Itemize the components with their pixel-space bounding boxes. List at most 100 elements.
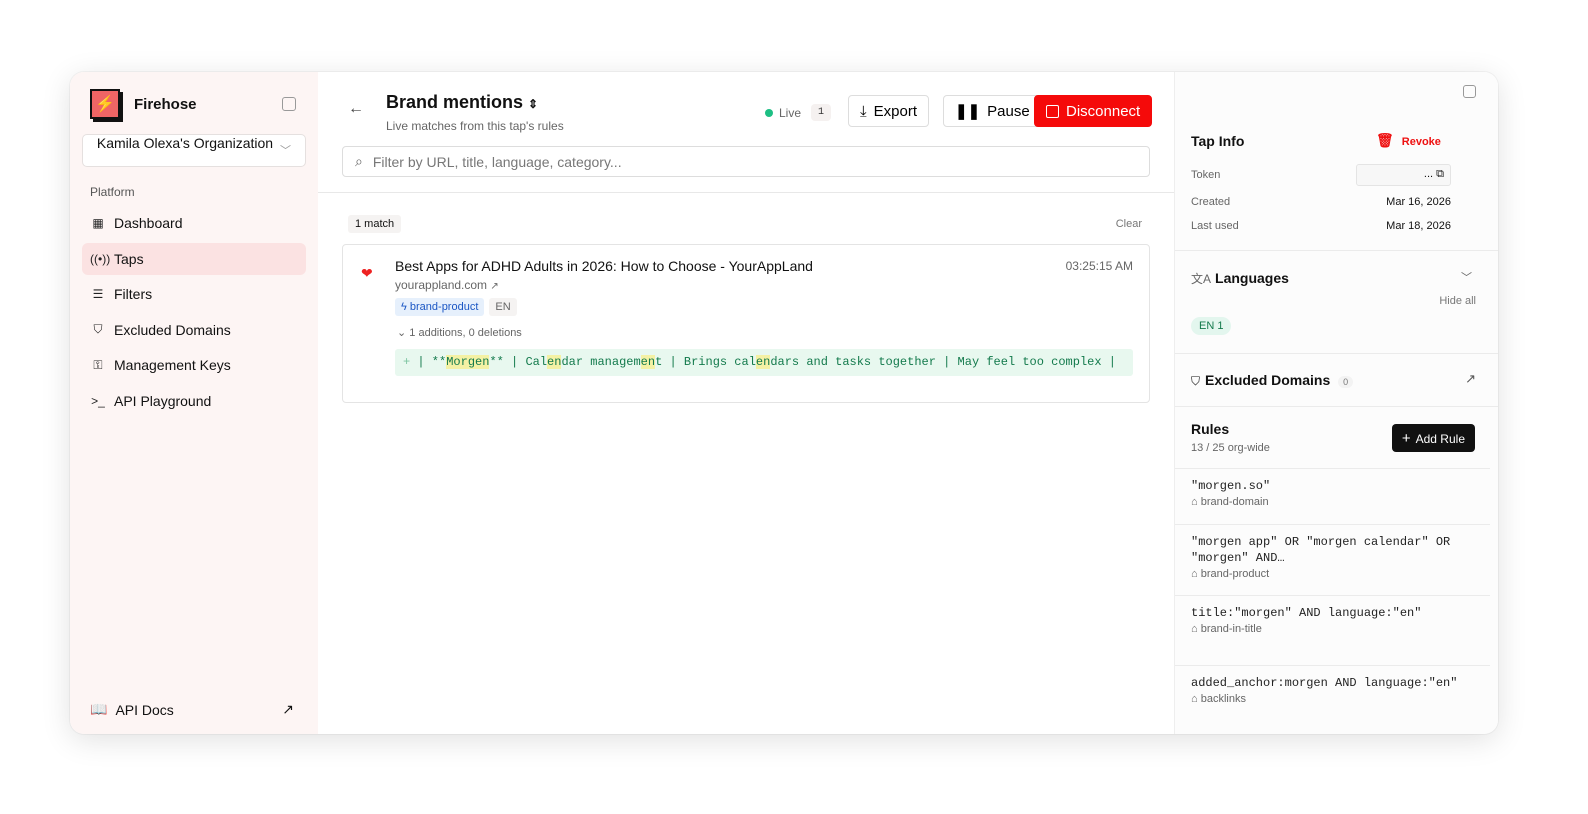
header: ← Brand mentions ⇕ Live matches from thi… <box>318 72 1174 193</box>
rule-query: title:"morgen" AND language:"en" <box>1191 606 1422 620</box>
created-label: Created <box>1191 196 1231 208</box>
match-title[interactable]: Best Apps for ADHD Adults in 2026: How t… <box>395 258 813 274</box>
live-dot-icon <box>765 108 773 117</box>
hide-all-button[interactable]: Hide all <box>1439 295 1476 307</box>
main-panel: ← Brand mentions ⇕ Live matches from thi… <box>318 72 1175 734</box>
sidebar-item-filters[interactable]: ☰ Filters <box>82 278 306 310</box>
token-value: ... <box>1423 168 1434 180</box>
copy-icon[interactable]: ⧉ <box>1436 168 1444 180</box>
site-favicon-icon: ❤ <box>361 265 373 281</box>
page-title[interactable]: Brand mentions ⇕ <box>386 92 538 113</box>
sidebar-item-label: API Playground <box>114 392 212 409</box>
rule-tag: ⌂ backlinks <box>1191 693 1246 705</box>
app-window: ⚡ Firehose Kamila Olexa's Organization ﹀ … <box>70 72 1498 734</box>
sidebar: ⚡ Firehose Kamila Olexa's Organization ﹀ … <box>70 72 318 734</box>
diff-segment: dar managem <box>561 355 641 369</box>
rule-item[interactable]: "morgen.so" ⌂ brand-domain <box>1175 468 1490 524</box>
pause-button[interactable]: ❚❚ Pause <box>943 95 1042 127</box>
sidebar-item-label: Dashboard <box>114 215 183 231</box>
add-rule-label: Add Rule <box>1415 431 1465 446</box>
last-used-label: Last used <box>1191 220 1239 232</box>
external-arrow-icon: ↗ <box>282 701 294 717</box>
rule-tag: ⌂ brand-in-title <box>1191 623 1262 635</box>
diff-highlight: en <box>547 355 562 369</box>
diff-segment: t | Brings cal <box>655 355 756 369</box>
rules-subtitle: 13 / 25 org-wide <box>1191 442 1270 454</box>
rules-section: Rules 13 / 25 org-wide + Add Rule <box>1175 406 1498 468</box>
org-selector[interactable]: Kamila Olexa's Organization ﹀ <box>82 134 306 167</box>
export-button[interactable]: ⤓ Export <box>848 95 929 127</box>
match-count-badge: 1 match <box>348 215 402 233</box>
diff-text: | **Morgen** | Calendar management | Bri… <box>417 355 1116 369</box>
languages-section: 文A Languages ﹀ Hide all EN 1 <box>1175 250 1498 353</box>
chevron-down-icon: ﹀ <box>280 145 291 157</box>
search-icon: ⌕ <box>355 153 363 169</box>
section-label: Platform <box>90 185 135 199</box>
revoke-button[interactable]: 🗑 Revoke <box>1376 132 1441 149</box>
external-link-icon: ↗ <box>490 281 499 292</box>
sidebar-item-management-keys[interactable]: ⚿ Management Keys <box>82 349 306 381</box>
revoke-label: Revoke <box>1401 136 1441 148</box>
sidebar-item-label: Excluded Domains <box>114 321 231 338</box>
match-domain[interactable]: yourappland.com ↗ <box>395 278 499 292</box>
collapse-sidebar-icon[interactable] <box>282 97 296 111</box>
disconnect-button[interactable]: Disconnect <box>1034 95 1153 127</box>
firehose-logo-icon: ⚡ <box>90 89 120 119</box>
token-field[interactable]: ... ⧉ <box>1356 164 1451 186</box>
rule-tag-text: brand-in-title <box>1200 623 1262 635</box>
sidebar-item-taps[interactable]: ((•)) Taps <box>82 242 306 275</box>
domain-text: yourappland.com <box>395 278 488 292</box>
rule-item[interactable]: "morgen app" OR "morgen calendar" OR "mo… <box>1175 524 1490 595</box>
sidebar-item-label: Filters <box>114 286 153 302</box>
token-label: Token <box>1191 169 1221 181</box>
book-icon: 📖 <box>90 701 108 717</box>
shield-icon: ⛉ <box>93 322 103 336</box>
sidebar-item-dashboard[interactable]: ▦ Dashboard <box>82 207 306 239</box>
diff-block: + | **Morgen** | Calendar management | B… <box>395 349 1133 376</box>
rule-tag-text: backlinks <box>1200 693 1246 705</box>
external-link-icon[interactable]: ↗ <box>1465 371 1476 387</box>
rule-tag-text: brand-product <box>1200 568 1270 580</box>
filter-input[interactable]: ⌕ Filter by URL, title, language, categor… <box>342 146 1150 177</box>
grid-icon: ▦ <box>92 216 104 230</box>
match-card[interactable]: ❤ Best Apps for ADHD Adults in 2026: How… <box>342 244 1150 403</box>
diff-highlight: en <box>755 355 771 369</box>
rule-tag: ⌂ brand-domain <box>1191 496 1269 508</box>
filter-icon: ☰ <box>92 287 104 301</box>
rule-tag: ϟ brand-product <box>395 298 485 316</box>
excluded-count-badge: 0 <box>1338 376 1354 388</box>
created-value: Mar 16, 2026 <box>1386 196 1451 208</box>
changes-toggle[interactable]: ⌄ 1 additions, 0 deletions <box>397 326 522 339</box>
rule-item[interactable]: added_anchor:morgen AND language:"en" ⌂ b… <box>1175 665 1490 734</box>
page-subtitle: Live matches from this tap's rules <box>386 119 564 133</box>
plus-icon: + <box>403 355 418 369</box>
rule-query: added_anchor:morgen AND language:"en" <box>1191 676 1458 690</box>
rule-item[interactable]: title:"morgen" AND language:"en" ⌂ brand-… <box>1175 595 1490 665</box>
key-icon: ⚿ <box>93 357 103 372</box>
excluded-domains-header: ⛉ Excluded Domains 0 <box>1191 372 1354 389</box>
status-text: Live <box>779 105 802 120</box>
language-chip[interactable]: EN 1 <box>1191 317 1232 335</box>
diff-highlight: en <box>640 355 656 369</box>
export-label: Export <box>873 102 917 120</box>
api-docs-link[interactable]: 📖 API Docs ↗ <box>90 701 294 718</box>
diff-highlight: Morgen <box>446 355 490 369</box>
app-name: Firehose <box>134 95 197 113</box>
excluded-domains-section: ⛉ Excluded Domains 0 ↗ <box>1175 353 1498 406</box>
sidebar-item-excluded-domains[interactable]: ⛉ Excluded Domains <box>82 314 306 346</box>
languages-header[interactable]: 文A Languages <box>1191 270 1289 287</box>
add-rule-button[interactable]: + Add Rule <box>1391 424 1475 452</box>
chevron-down-icon[interactable]: ﹀ <box>1461 269 1472 285</box>
title-text: Brand mentions <box>386 92 524 112</box>
sidebar-item-api-playground[interactable]: >_ API Playground <box>82 385 306 417</box>
rule-query: "morgen app" OR "morgen calendar" OR "mo… <box>1191 535 1451 565</box>
back-arrow-icon[interactable]: ← <box>348 100 364 118</box>
chevron-updown-icon: ⇕ <box>528 97 539 111</box>
terminal-icon: >_ <box>91 393 105 408</box>
sidebar-item-label: Management Keys <box>114 357 231 373</box>
collapse-panel-icon[interactable] <box>1463 85 1476 98</box>
diff-segment: | ** <box>417 355 447 369</box>
rules-title: Rules <box>1191 421 1230 437</box>
clear-button[interactable]: Clear <box>1116 218 1142 230</box>
trash-icon: 🗑 <box>1376 132 1394 148</box>
